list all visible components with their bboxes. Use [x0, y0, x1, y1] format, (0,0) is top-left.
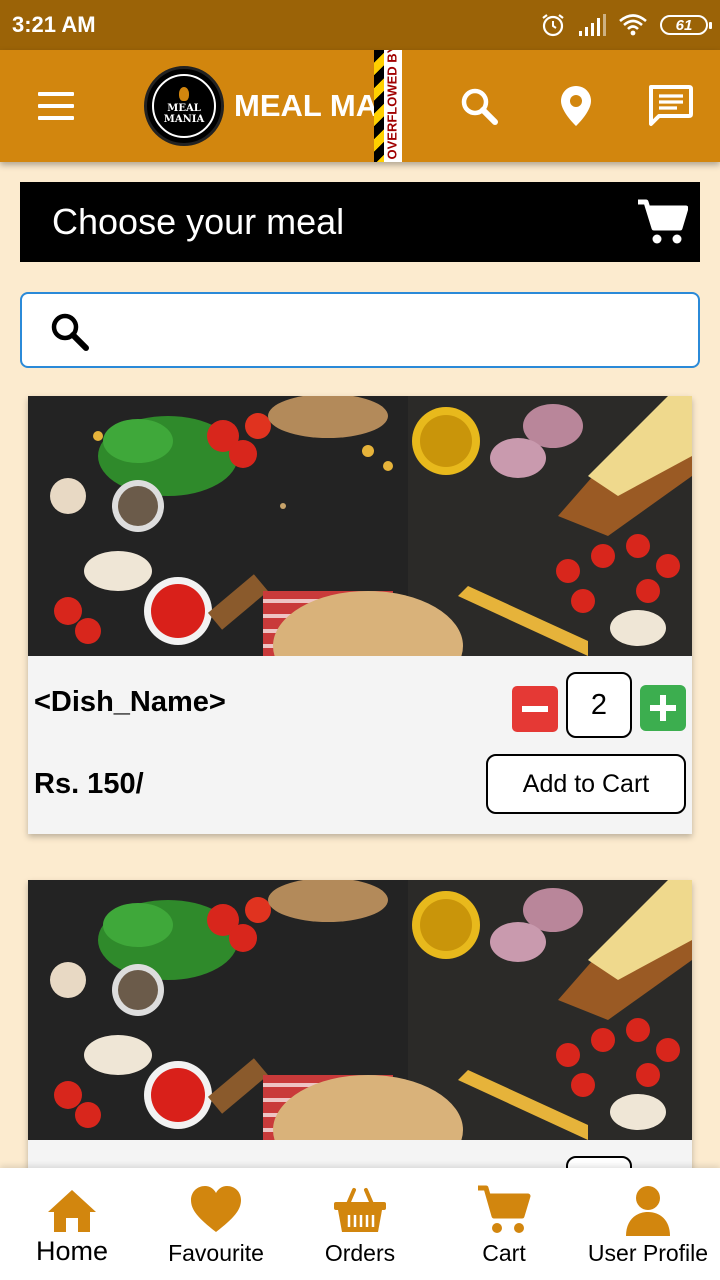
- search-button[interactable]: [454, 78, 504, 134]
- search-icon: [51, 313, 89, 351]
- overflow-indicator: [374, 50, 384, 162]
- search-field[interactable]: [20, 292, 700, 368]
- dish-card: <Dish_Name> 2 Rs. 150/ Add to Cart: [28, 396, 692, 834]
- search-icon: [461, 88, 498, 125]
- messages-button[interactable]: [645, 78, 695, 134]
- battery-indicator: 61: [660, 15, 712, 35]
- nav-label: Favourite: [168, 1240, 264, 1266]
- nav-favourite[interactable]: Favourite: [160, 1168, 272, 1280]
- heart-icon: [191, 1186, 241, 1232]
- dish-price: Rs. 150/: [34, 768, 144, 800]
- nav-cart[interactable]: Cart: [462, 1168, 546, 1280]
- nav-label: User Profile: [587, 1240, 709, 1266]
- add-to-cart-button[interactable]: Add to Cart: [486, 754, 686, 814]
- dish-name: <Dish_Name>: [34, 686, 226, 718]
- search-input[interactable]: [112, 304, 686, 358]
- cart-icon[interactable]: [636, 196, 688, 248]
- location-button[interactable]: [551, 78, 601, 134]
- basket-icon: [334, 1188, 386, 1232]
- nav-label: Home: [35, 1236, 109, 1266]
- home-icon: [48, 1190, 96, 1232]
- decrease-quantity-button[interactable]: [512, 686, 558, 732]
- app-title: MEAL MANIA: [234, 88, 382, 123]
- logo-line1: MEAL: [167, 103, 201, 114]
- section-header: Choose your meal: [20, 182, 700, 262]
- nav-label: Cart: [482, 1240, 526, 1266]
- signal-icon: [579, 14, 606, 36]
- section-title: Choose your meal: [52, 201, 345, 242]
- bottom-navigation: Home Favourite Orders Cart User Profile: [0, 1168, 720, 1280]
- status-icons: 61: [540, 10, 712, 40]
- user-icon: [626, 1186, 670, 1236]
- wifi-icon: [619, 14, 647, 36]
- status-time: 3:21 AM: [12, 12, 96, 37]
- nav-home[interactable]: Home: [28, 1168, 116, 1280]
- app-bar: MEAL MANIA MEAL MANIA OVERFLOWED BY 1: [0, 50, 720, 162]
- nav-label: Orders: [324, 1240, 396, 1266]
- alarm-icon: [542, 14, 564, 37]
- increase-quantity-button[interactable]: [640, 685, 686, 731]
- status-bar: 3:21 AM 61: [0, 0, 720, 50]
- app-logo: MEAL MANIA: [144, 66, 224, 146]
- nav-user-profile[interactable]: User Profile: [580, 1168, 716, 1280]
- menu-button[interactable]: [34, 86, 78, 126]
- nav-orders[interactable]: Orders: [312, 1168, 408, 1280]
- chat-icon: [649, 85, 693, 126]
- dish-image: [28, 396, 692, 656]
- location-pin-icon: [561, 86, 591, 126]
- overflow-label: OVERFLOWED BY 1: [384, 50, 402, 162]
- logo-line2: MANIA: [163, 114, 205, 125]
- overflow-text: OVERFLOWED BY 1: [384, 50, 400, 160]
- dish-card: [28, 880, 692, 1222]
- dish-image: [28, 880, 692, 1140]
- cart-icon: [478, 1185, 531, 1233]
- quantity-value[interactable]: 2: [566, 672, 632, 738]
